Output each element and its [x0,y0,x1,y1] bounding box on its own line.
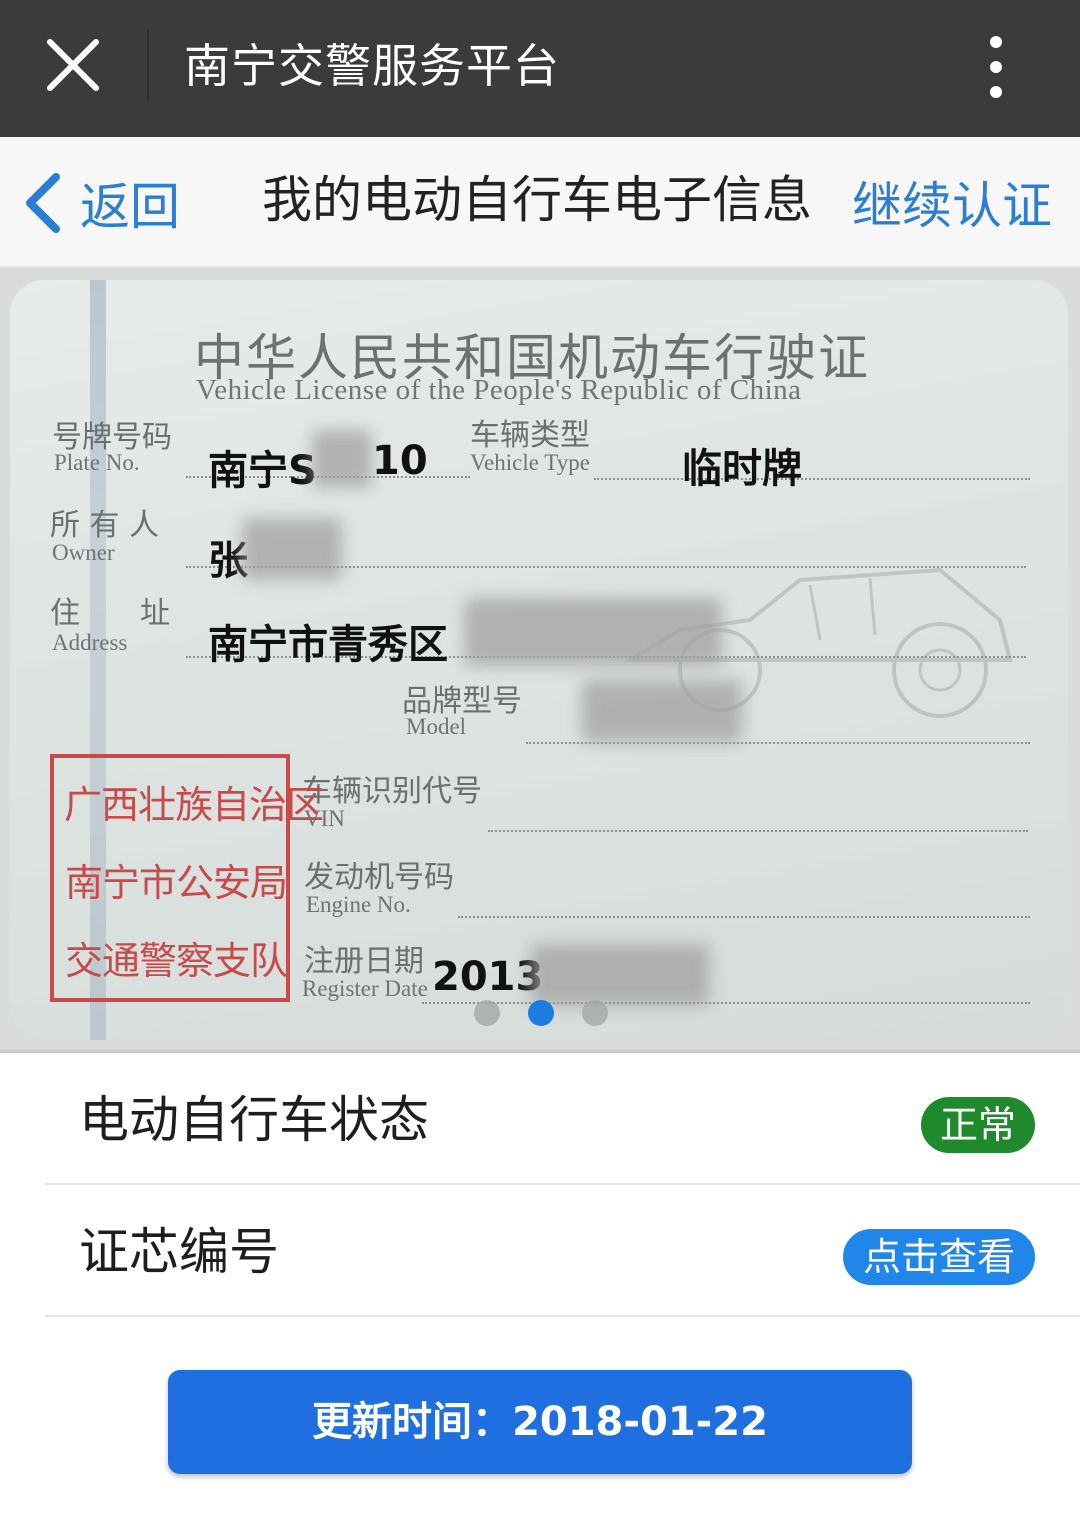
top-bar: 南宁交警服务平台 [0,0,1080,137]
app-screen: 南宁交警服务平台 返回 我的电动自行车电子信息 继续认证 中华人民共和国机动车行… [0,0,1080,1528]
page-title: 我的电动自行车电子信息 [262,171,812,229]
stamp-line-2: 南宁市公安局 [64,861,288,905]
vin-dotline [488,830,1028,832]
address-label-en: Address [52,630,128,655]
plate-value-prefix: 南宁S [208,448,317,494]
nav-bar: 返回 我的电动自行车电子信息 继续认证 [0,137,1080,268]
model-redaction [582,680,742,742]
plate-value-suffix: 10 [372,438,428,484]
app-title: 南宁交警服务平台 [184,39,560,93]
vehicle-type-label-en: Vehicle Type [470,450,590,475]
engine-label-cn: 发动机号码 [304,860,454,895]
chevron-left-icon [26,173,60,233]
vehicle-type-value: 临时牌 [682,446,802,492]
register-value: 2013 [432,954,544,1000]
chip-number-row: 证芯编号 点击查看 [45,1185,1080,1317]
update-time-button[interactable]: 更新时间：2018-01-22 [168,1370,912,1474]
owner-redaction [242,518,342,580]
update-time-label: 更新时间： [312,1399,513,1445]
continue-verify-button[interactable]: 继续认证 [852,173,1052,239]
update-time-date: 2018-01-22 [512,1399,768,1445]
chip-number-label: 证芯编号 [79,1223,279,1281]
plate-label-en: Plate No. [54,450,140,475]
plate-redaction [312,430,372,488]
vin-label-cn: 车辆识别代号 [302,774,482,809]
close-icon [47,39,99,91]
license-title-en: Vehicle License of the People's Republic… [196,374,802,406]
status-label: 电动自行车状态 [79,1091,429,1149]
vehicle-type-dotline [594,478,1030,480]
vehicle-type-label-cn: 车辆类型 [470,418,590,453]
engine-dotline [458,916,1030,918]
status-row: 电动自行车状态 正常 [45,1053,1080,1185]
close-button[interactable] [38,30,108,100]
register-label-en: Register Date [302,976,428,1001]
stamp-line-3: 交通警察支队 [64,939,288,983]
register-redaction [530,944,710,1006]
carousel-indicator [474,1000,608,1026]
owner-label-cn: 所 有 人 [50,508,160,543]
address-label-cn: 住 址 [50,596,170,631]
carousel-dot-1[interactable] [474,1000,500,1026]
topbar-divider [147,30,149,102]
back-label: 返回 [80,178,180,236]
engine-label-en: Engine No. [306,892,411,917]
carousel-dot-2-active[interactable] [528,1000,554,1026]
carousel-dot-3[interactable] [582,1000,608,1026]
more-vertical-icon [990,36,1002,98]
model-dotline [526,742,1030,744]
back-button[interactable]: 返回 [22,165,180,241]
license-carousel[interactable]: 中华人民共和国机动车行驶证 Vehicle License of the Peo… [0,268,1080,1050]
owner-label-en: Owner [52,540,115,565]
address-redaction [464,598,722,666]
stamp-line-1: 广西壮族自治区 [64,783,324,827]
police-stamp: 广西壮族自治区 南宁市公安局 交通警察支队 [50,754,324,1002]
view-chip-button[interactable]: 点击查看 [843,1229,1035,1285]
address-value: 南宁市青秀区 [208,622,448,668]
register-label-cn: 注册日期 [304,944,424,979]
more-button[interactable] [972,32,1020,102]
model-label-en: Model [406,714,467,739]
status-badge: 正常 [921,1097,1035,1153]
license-card-image: 中华人民共和国机动车行驶证 Vehicle License of the Peo… [10,280,1068,1040]
